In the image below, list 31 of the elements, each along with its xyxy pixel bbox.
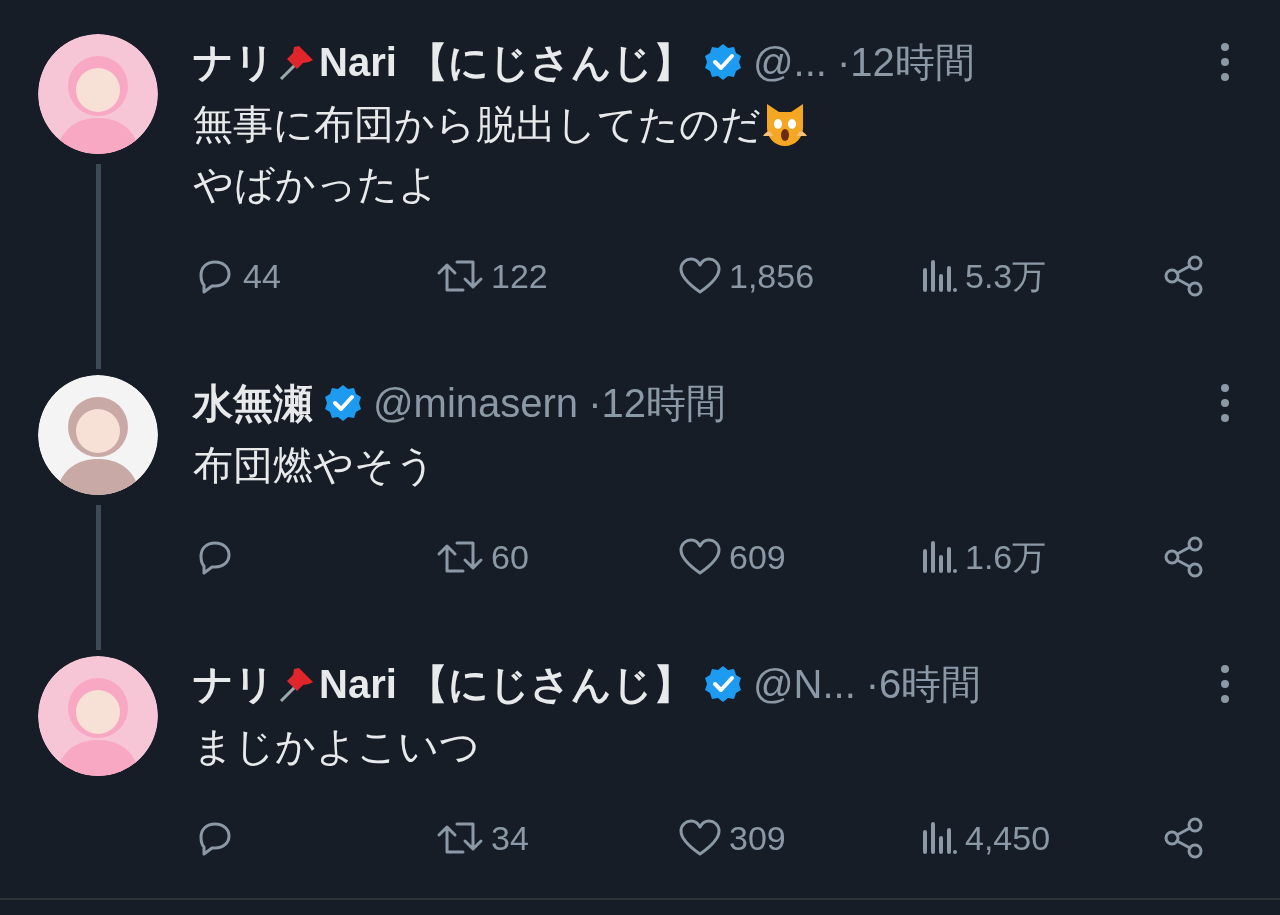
display-name[interactable]: Nari 【にじさんじ】	[319, 32, 693, 92]
timestamp[interactable]: ·12時間	[588, 373, 726, 433]
username[interactable]: @...	[752, 32, 827, 92]
tweet-text: まじかよこいつ	[193, 723, 480, 770]
display-name[interactable]: 水無瀬	[193, 373, 313, 433]
tweet-text: やばかったよ	[193, 161, 439, 208]
display-name[interactable]: ナリ	[193, 32, 275, 92]
views-count: 4,450	[965, 817, 1051, 859]
username[interactable]: @N...	[752, 654, 856, 714]
timestamp[interactable]: ·12時間	[836, 32, 975, 92]
timestamp[interactable]: ·6時間	[865, 654, 982, 714]
tweet-text: 布団燃やそう	[193, 442, 436, 489]
views-count: 5.3万	[965, 255, 1047, 297]
likes-count: 1,856	[729, 255, 815, 297]
verified-badge-icon	[702, 42, 743, 82]
verified-badge-icon	[702, 664, 743, 704]
display-name[interactable]: Nari 【にじさんじ】	[319, 654, 693, 714]
replies-count: 44	[243, 255, 281, 297]
display-name[interactable]: ナリ	[193, 654, 275, 714]
more-options-icon[interactable]	[1220, 42, 1230, 82]
retweets-count: 122	[491, 255, 548, 297]
retweets-count: 60	[491, 536, 529, 578]
more-options-icon[interactable]	[1220, 383, 1230, 423]
likes-count: 609	[729, 536, 786, 578]
verified-badge-icon	[323, 383, 363, 423]
likes-count: 309	[729, 817, 786, 859]
username[interactable]: @minasern	[373, 373, 579, 433]
views-count: 1.6万	[965, 536, 1047, 578]
retweets-count: 34	[491, 817, 529, 859]
more-options-icon[interactable]	[1220, 664, 1230, 704]
tweet-text: 無事に布団から脱出してたのだ	[193, 101, 761, 148]
